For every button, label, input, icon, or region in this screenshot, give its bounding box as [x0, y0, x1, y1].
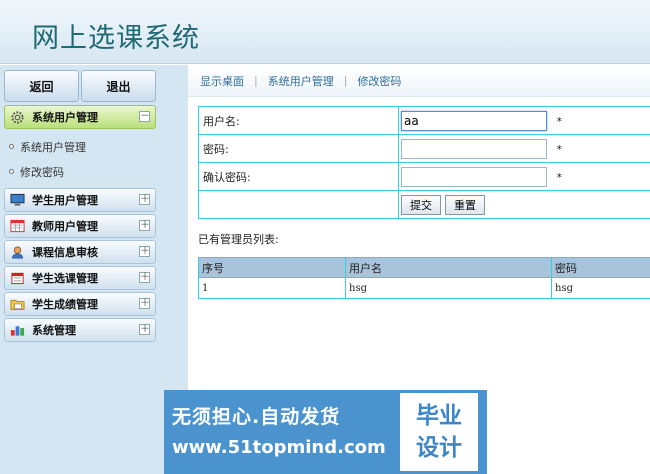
form-actions-row: 提交 重置	[198, 190, 650, 219]
empty-cell	[198, 190, 399, 219]
monitor-icon	[9, 193, 26, 208]
collapse-icon[interactable]: －	[139, 111, 150, 122]
admin-list-label: 已有管理员列表:	[198, 233, 279, 246]
sidebar-section-grades[interactable]: 学生成绩管理 ＋	[4, 292, 156, 316]
calendar-red-icon	[9, 271, 26, 286]
back-button[interactable]: 返回	[4, 70, 79, 102]
banner-line1: 无须担心.自动发货	[172, 406, 341, 428]
sidebar-section-label: 系统管理	[32, 324, 76, 337]
breadcrumb-separator: |	[254, 74, 258, 87]
column-header: 用户名	[345, 257, 552, 278]
submit-button[interactable]: 提交	[401, 194, 441, 215]
user-icon	[9, 245, 26, 260]
sidebar-item-change-password[interactable]: 修改密码	[4, 159, 156, 184]
table-cell: hsg	[551, 277, 650, 299]
logout-button[interactable]: 退出	[81, 70, 156, 102]
admin-list-table: 序号 用户名 密码 1 hsg hsg	[198, 257, 650, 299]
sidebar-item-label: 系统用户管理	[20, 140, 86, 154]
add-admin-form: 用户名: * 密码: * 确认密码: * 提交重置	[198, 106, 650, 219]
confirm-password-row: 确认密码: *	[198, 162, 650, 191]
password-cell: *	[398, 134, 650, 163]
username-label: 用户名:	[198, 106, 399, 135]
sidebar-item-system-users[interactable]: 系统用户管理	[4, 134, 156, 159]
breadcrumb-separator: |	[343, 74, 348, 87]
chart-icon	[9, 323, 26, 338]
breadcrumb-show-desktop[interactable]: 显示桌面	[200, 73, 244, 89]
app-header: 网上选课系统	[0, 0, 650, 64]
password-row: 密码: *	[198, 134, 650, 163]
required-mark: *	[556, 170, 563, 184]
confirm-password-label: 确认密码:	[198, 162, 399, 191]
banner-badge: 毕业 设计	[400, 393, 478, 471]
form-actions: 提交 重置	[398, 190, 650, 219]
expand-icon[interactable]: ＋	[139, 194, 150, 205]
expand-icon[interactable]: ＋	[139, 298, 150, 309]
folder-icon	[9, 297, 26, 312]
username-row: 用户名: *	[198, 106, 650, 135]
banner-badge-line2: 设计	[416, 435, 462, 461]
table-cell: 1	[198, 277, 346, 299]
password-label: 密码:	[198, 134, 399, 163]
banner-badge-line1: 毕业	[416, 403, 462, 429]
required-mark: *	[556, 142, 563, 156]
password-input[interactable]	[401, 138, 547, 159]
sidebar-submenu: 系统用户管理 修改密码	[4, 131, 156, 188]
expand-icon[interactable]: ＋	[139, 324, 150, 335]
sidebar-section-label: 课程信息审核	[32, 246, 98, 259]
gear-icon	[9, 110, 26, 125]
required-mark: *	[556, 114, 563, 128]
username-input[interactable]	[401, 110, 547, 131]
expand-icon[interactable]: ＋	[139, 272, 150, 283]
sidebar-section-system-admin[interactable]: 系统管理 ＋	[4, 318, 156, 342]
sidebar-section-system-users[interactable]: 系统用户管理 －	[4, 105, 156, 129]
bullet-icon	[9, 169, 14, 174]
breadcrumb-system-users[interactable]: 系统用户管理	[268, 73, 334, 89]
sidebar-section-label: 教师用户管理	[32, 220, 98, 233]
confirm-password-cell: *	[398, 162, 650, 191]
sidebar-section-course-review[interactable]: 课程信息审核 ＋	[4, 240, 156, 264]
breadcrumb-change-password[interactable]: 修改密码	[357, 73, 401, 89]
app-title: 网上选课系统	[32, 23, 200, 54]
sidebar-section-label: 系统用户管理	[32, 111, 98, 124]
bullet-icon	[9, 144, 14, 149]
banner-text: 无须担心.自动发货 www.51topmind.com	[164, 390, 400, 474]
sidebar-menu: 系统用户管理 － 系统用户管理 修改密码 学生用户管理 ＋ 教师用户管理 ＋ 课…	[4, 105, 156, 344]
expand-icon[interactable]: ＋	[139, 220, 150, 231]
table-header-row: 序号 用户名 密码	[198, 257, 650, 278]
sidebar-section-student-users[interactable]: 学生用户管理 ＋	[4, 188, 156, 212]
sidebar-section-teacher-users[interactable]: 教师用户管理 ＋	[4, 214, 156, 238]
banner-line2: www.51topmind.com	[172, 437, 386, 458]
column-header: 序号	[198, 257, 346, 278]
sidebar-top-buttons: 返回 退出	[4, 70, 156, 102]
table-cell: hsg	[345, 277, 552, 299]
confirm-password-input[interactable]	[401, 166, 547, 187]
sidebar-section-label: 学生选课管理	[32, 272, 98, 285]
username-cell: *	[398, 106, 650, 135]
column-header: 密码	[551, 257, 650, 278]
sidebar: 返回 退出 系统用户管理 － 系统用户管理 修改密码 学生用户管理 ＋ 教师用户…	[0, 65, 188, 474]
expand-icon[interactable]: ＋	[139, 246, 150, 257]
sidebar-section-course-selection[interactable]: 学生选课管理 ＋	[4, 266, 156, 290]
sidebar-section-label: 学生成绩管理	[32, 298, 98, 311]
watermark-banner: 无须担心.自动发货 www.51topmind.com 毕业 设计	[164, 390, 487, 474]
reset-button[interactable]: 重置	[445, 194, 485, 215]
sidebar-item-label: 修改密码	[20, 165, 64, 179]
table-row: 1 hsg hsg	[198, 277, 650, 299]
calendar-icon	[9, 219, 26, 234]
breadcrumb: 显示桌面 | 系统用户管理 | 修改密码	[188, 65, 650, 97]
sidebar-section-label: 学生用户管理	[32, 194, 98, 207]
